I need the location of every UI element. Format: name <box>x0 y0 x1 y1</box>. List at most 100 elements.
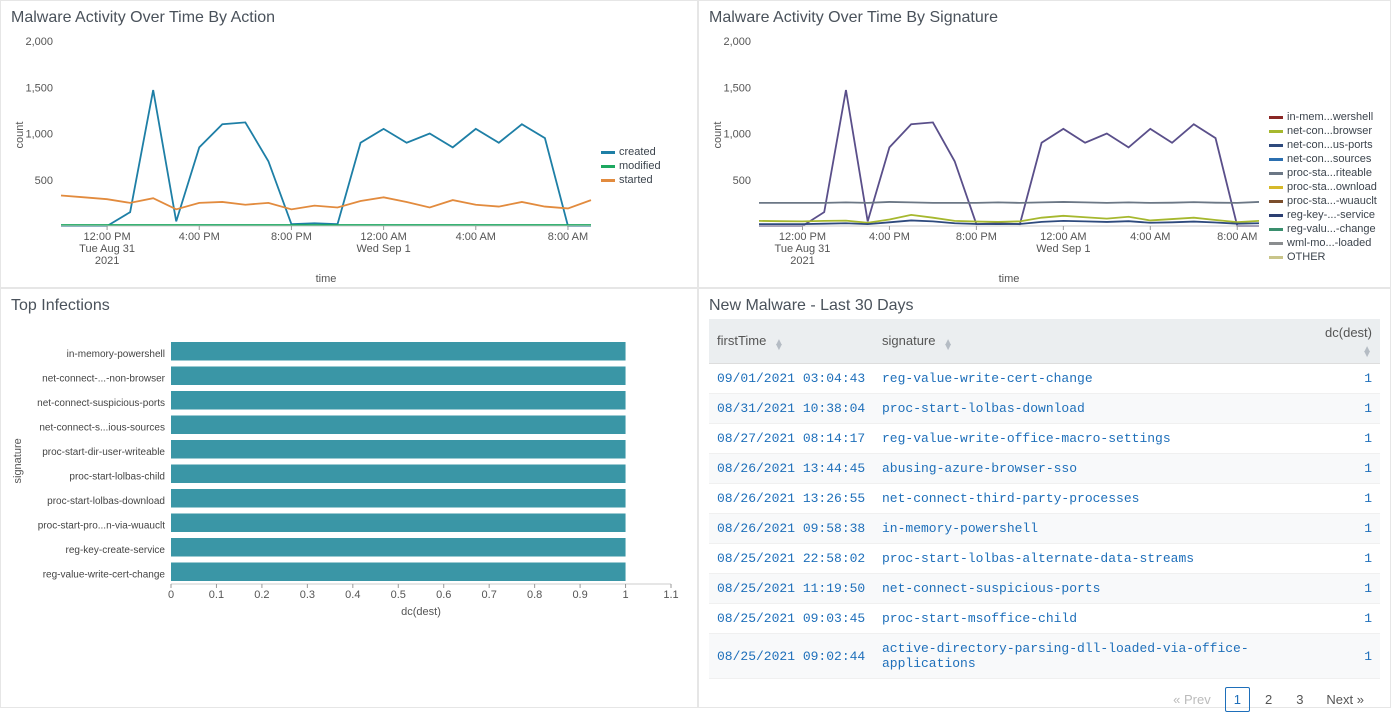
table-row[interactable]: 08/26/2021 13:44:45abusing-azure-browser… <box>709 454 1380 484</box>
sort-icon[interactable]: ▲▼ <box>943 340 953 350</box>
cell-dcdest[interactable]: 1 <box>1300 574 1380 604</box>
cell-firsttime[interactable]: 08/31/2021 10:38:04 <box>709 394 874 424</box>
legend-item[interactable]: started <box>601 174 661 186</box>
svg-text:8:00 PM: 8:00 PM <box>956 231 997 243</box>
col-dcdest[interactable]: dc(dest) ▲▼ <box>1300 319 1380 364</box>
cell-dcdest[interactable]: 1 <box>1300 634 1380 679</box>
legend-item[interactable]: net-con...sources <box>1269 153 1377 165</box>
svg-text:1,500: 1,500 <box>25 82 53 94</box>
pager-page-1[interactable]: 1 <box>1225 687 1250 712</box>
pager-page-3[interactable]: 3 <box>1287 687 1312 712</box>
cell-dcdest[interactable]: 1 <box>1300 604 1380 634</box>
cell-signature[interactable]: in-memory-powershell <box>874 514 1300 544</box>
chart-activity-by-signature[interactable]: 5001,0001,5002,000count12:00 PMTue Aug 3… <box>709 31 1269 286</box>
cell-signature[interactable]: reg-value-write-cert-change <box>874 364 1300 394</box>
table-row[interactable]: 08/25/2021 09:02:44active-directory-pars… <box>709 634 1380 679</box>
chart-top-infections[interactable]: signaturein-memory-powershellnet-connect… <box>11 319 681 619</box>
svg-text:Wed Sep 1: Wed Sep 1 <box>1036 243 1090 255</box>
cell-dcdest[interactable]: 1 <box>1300 394 1380 424</box>
svg-text:12:00 PM: 12:00 PM <box>84 231 131 243</box>
legend-item[interactable]: reg-valu...-change <box>1269 223 1377 235</box>
panel-activity-by-action: Malware Activity Over Time By Action 500… <box>0 0 698 288</box>
legend-item[interactable]: modified <box>601 160 661 172</box>
svg-text:0.9: 0.9 <box>572 589 587 601</box>
svg-text:net-connect-suspicious-ports: net-connect-suspicious-ports <box>37 398 165 409</box>
panel-title: Malware Activity Over Time By Signature <box>709 9 1380 27</box>
svg-text:4:00 PM: 4:00 PM <box>179 231 220 243</box>
svg-text:net-connect-...-non-browser: net-connect-...-non-browser <box>42 373 166 384</box>
cell-dcdest[interactable]: 1 <box>1300 424 1380 454</box>
legend-item[interactable]: net-con...us-ports <box>1269 139 1377 151</box>
table-row[interactable]: 08/26/2021 09:58:38in-memory-powershell1 <box>709 514 1380 544</box>
table-row[interactable]: 08/27/2021 08:14:17reg-value-write-offic… <box>709 424 1380 454</box>
svg-text:12:00 AM: 12:00 AM <box>1040 231 1086 243</box>
svg-text:0.4: 0.4 <box>345 589 360 601</box>
svg-text:signature: signature <box>12 438 24 483</box>
legend-item[interactable]: in-mem...wershell <box>1269 111 1377 123</box>
svg-text:8:00 AM: 8:00 AM <box>548 231 588 243</box>
col-signature[interactable]: signature ▲▼ <box>874 319 1300 364</box>
table-row[interactable]: 08/25/2021 09:03:45proc-start-msoffice-c… <box>709 604 1380 634</box>
cell-dcdest[interactable]: 1 <box>1300 454 1380 484</box>
legend-item[interactable]: wml-mo...-loaded <box>1269 237 1377 249</box>
pager-prev[interactable]: « Prev <box>1165 688 1219 711</box>
svg-text:time: time <box>999 273 1020 285</box>
cell-dcdest[interactable]: 1 <box>1300 364 1380 394</box>
cell-firsttime[interactable]: 08/25/2021 11:19:50 <box>709 574 874 604</box>
sort-icon[interactable]: ▲▼ <box>774 340 784 350</box>
panel-title: Malware Activity Over Time By Action <box>11 9 687 27</box>
svg-text:proc-start-dir-user-writeable: proc-start-dir-user-writeable <box>42 447 165 458</box>
legend-signature: in-mem...wershell net-con...browser net-co… <box>1269 111 1377 286</box>
sort-icon[interactable]: ▲▼ <box>1362 347 1372 357</box>
cell-firsttime[interactable]: 08/26/2021 13:26:55 <box>709 484 874 514</box>
chart-activity-by-action[interactable]: 5001,0001,5002,000count12:00 PMTue Aug 3… <box>11 31 601 286</box>
cell-firsttime[interactable]: 08/27/2021 08:14:17 <box>709 424 874 454</box>
cell-signature[interactable]: proc-start-msoffice-child <box>874 604 1300 634</box>
cell-dcdest[interactable]: 1 <box>1300 514 1380 544</box>
panel-title: Top Infections <box>11 297 687 315</box>
cell-firsttime[interactable]: 08/25/2021 09:03:45 <box>709 604 874 634</box>
pager-page-2[interactable]: 2 <box>1256 687 1281 712</box>
svg-text:count: count <box>14 122 26 149</box>
cell-firsttime[interactable]: 08/26/2021 09:58:38 <box>709 514 874 544</box>
svg-text:dc(dest): dc(dest) <box>401 606 441 618</box>
cell-firsttime[interactable]: 08/25/2021 09:02:44 <box>709 634 874 679</box>
table-row[interactable]: 09/01/2021 03:04:43reg-value-write-cert-… <box>709 364 1380 394</box>
cell-firsttime[interactable]: 09/01/2021 03:04:43 <box>709 364 874 394</box>
table-row[interactable]: 08/25/2021 11:19:50net-connect-suspiciou… <box>709 574 1380 604</box>
svg-text:0.3: 0.3 <box>300 589 315 601</box>
cell-dcdest[interactable]: 1 <box>1300 484 1380 514</box>
svg-text:Tue Aug 31: Tue Aug 31 <box>775 243 831 255</box>
svg-text:1.1: 1.1 <box>663 589 678 601</box>
legend-item[interactable]: proc-sta...ownload <box>1269 181 1377 193</box>
cell-signature[interactable]: abusing-azure-browser-sso <box>874 454 1300 484</box>
new-malware-table: firstTime ▲▼ signature ▲▼ dc(dest) ▲▼ 09… <box>709 319 1380 679</box>
cell-dcdest[interactable]: 1 <box>1300 544 1380 574</box>
table-row[interactable]: 08/25/2021 22:58:02proc-start-lolbas-alt… <box>709 544 1380 574</box>
svg-text:net-connect-s...ious-sources: net-connect-s...ious-sources <box>39 422 165 433</box>
svg-text:time: time <box>316 273 337 285</box>
cell-signature[interactable]: proc-start-lolbas-download <box>874 394 1300 424</box>
legend-item[interactable]: OTHER <box>1269 251 1377 263</box>
cell-firsttime[interactable]: 08/25/2021 22:58:02 <box>709 544 874 574</box>
svg-text:2,000: 2,000 <box>723 36 751 48</box>
legend-item[interactable]: proc-sta...riteable <box>1269 167 1377 179</box>
table-row[interactable]: 08/31/2021 10:38:04proc-start-lolbas-dow… <box>709 394 1380 424</box>
cell-signature[interactable]: active-directory-parsing-dll-loaded-via-… <box>874 634 1300 679</box>
legend-item[interactable]: created <box>601 146 661 158</box>
pager-next[interactable]: Next » <box>1318 688 1372 711</box>
table-row[interactable]: 08/26/2021 13:26:55net-connect-third-par… <box>709 484 1380 514</box>
svg-text:1,500: 1,500 <box>723 82 751 94</box>
cell-signature[interactable]: net-connect-suspicious-ports <box>874 574 1300 604</box>
cell-signature[interactable]: net-connect-third-party-processes <box>874 484 1300 514</box>
legend-item[interactable]: reg-key-...-service <box>1269 209 1377 221</box>
cell-firsttime[interactable]: 08/26/2021 13:44:45 <box>709 454 874 484</box>
legend-item[interactable]: proc-sta...-wuauclt <box>1269 195 1377 207</box>
svg-text:proc-start-lolbas-child: proc-start-lolbas-child <box>69 471 165 482</box>
cell-signature[interactable]: reg-value-write-office-macro-settings <box>874 424 1300 454</box>
legend-item[interactable]: net-con...browser <box>1269 125 1377 137</box>
cell-signature[interactable]: proc-start-lolbas-alternate-data-streams <box>874 544 1300 574</box>
svg-text:12:00 PM: 12:00 PM <box>779 231 826 243</box>
svg-text:0.1: 0.1 <box>209 589 224 601</box>
col-firsttime[interactable]: firstTime ▲▼ <box>709 319 874 364</box>
